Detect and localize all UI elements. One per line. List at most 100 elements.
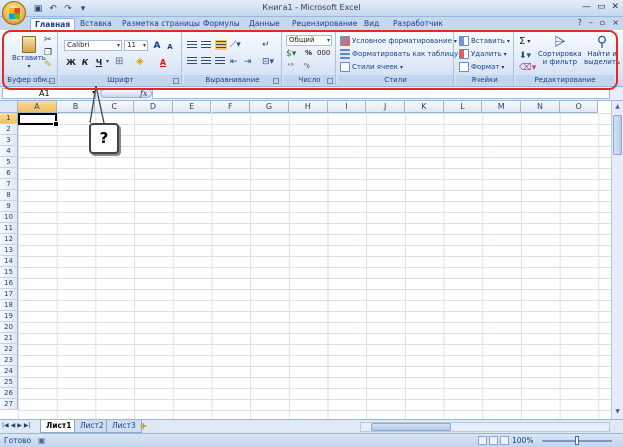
insert-function-icon[interactable]: fx — [140, 89, 147, 98]
help-icon[interactable]: ? — [578, 18, 582, 27]
next-sheet-icon[interactable]: ▶ — [17, 422, 22, 429]
column-header[interactable]: H — [288, 101, 328, 113]
column-header[interactable]: K — [405, 101, 444, 113]
tab-view[interactable]: Вид — [360, 18, 383, 30]
active-cell[interactable] — [18, 113, 59, 127]
minimize-icon[interactable]: — — [582, 2, 591, 12]
copy-icon[interactable]: ❐ — [44, 48, 52, 58]
autosum-button[interactable]: Σ ▾ — [519, 36, 530, 47]
tab-home[interactable]: Главная — [30, 18, 76, 30]
orientation-icon[interactable]: ⟋▾ — [230, 40, 241, 50]
wrap-text-icon[interactable]: ↵ — [262, 40, 270, 50]
row-header[interactable]: 17 — [0, 289, 18, 300]
row-header[interactable]: 3 — [0, 135, 18, 146]
delete-cells-button[interactable]: Удалить ▾ — [459, 49, 507, 59]
font-color-button[interactable]: A — [156, 56, 170, 68]
tab-page-layout[interactable]: Разметка страницы — [118, 18, 204, 30]
underline-button[interactable]: Ч — [92, 56, 106, 68]
page-layout-view-icon[interactable] — [489, 436, 498, 445]
sheet-tab-3[interactable]: Лист3 — [106, 420, 142, 433]
align-left-icon[interactable] — [187, 57, 197, 65]
ribbon-restore-icon[interactable]: ▫ — [600, 18, 605, 27]
thousands-button[interactable]: 000 — [317, 49, 330, 57]
number-format-combo[interactable]: Общий ▾ — [286, 35, 332, 46]
italic-button[interactable]: К — [78, 56, 92, 68]
vertical-scroll-thumb[interactable] — [613, 115, 622, 155]
decrease-indent-icon[interactable]: ⇤ — [230, 57, 238, 67]
row-header[interactable]: 26 — [0, 388, 18, 399]
column-header[interactable]: O — [559, 101, 599, 113]
workbook-close-icon[interactable]: × — [612, 18, 619, 27]
row-header[interactable]: 5 — [0, 157, 18, 168]
macro-record-icon[interactable]: ▣ — [38, 436, 46, 445]
column-header[interactable]: F — [211, 101, 251, 113]
format-painter-icon[interactable]: ✎ — [44, 60, 52, 70]
row-header[interactable]: 15 — [0, 267, 18, 278]
row-header[interactable]: 11 — [0, 223, 18, 234]
horizontal-scroll-thumb[interactable] — [371, 423, 451, 431]
row-header[interactable]: 19 — [0, 311, 18, 322]
first-sheet-icon[interactable]: |◀ — [2, 422, 9, 429]
row-header[interactable]: 14 — [0, 256, 18, 267]
row-header[interactable]: 8 — [0, 190, 18, 201]
cell-area[interactable] — [18, 113, 611, 419]
increase-indent-icon[interactable]: ⇥ — [244, 57, 252, 67]
close-icon[interactable]: ✕ — [611, 2, 619, 12]
find-select-button[interactable]: ⚲ Найти и выделить — [584, 35, 620, 67]
scroll-down-icon[interactable]: ▼ — [613, 408, 622, 417]
normal-view-icon[interactable] — [478, 436, 487, 445]
align-center-icon[interactable] — [201, 57, 211, 65]
prev-sheet-icon[interactable]: ◀ — [11, 422, 16, 429]
align-top-icon[interactable] — [187, 41, 197, 49]
row-header[interactable]: 21 — [0, 333, 18, 344]
column-header[interactable]: E — [172, 101, 212, 113]
row-header[interactable]: 4 — [0, 146, 18, 157]
percent-button[interactable]: % — [305, 49, 312, 57]
row-header[interactable]: 12 — [0, 234, 18, 245]
name-box[interactable]: A1 — [2, 88, 96, 99]
row-header[interactable]: 23 — [0, 355, 18, 366]
vertical-scrollbar[interactable]: ▲ ▼ — [611, 101, 623, 419]
currency-icon[interactable]: $▾ — [286, 49, 296, 59]
sheet-tab-2[interactable]: Лист2 — [74, 420, 110, 433]
alignment-launcher-icon[interactable] — [273, 78, 279, 84]
increase-decimal-icon[interactable]: ⁺⁰ — [287, 62, 294, 70]
decrease-decimal-icon[interactable]: ⁰₀ — [304, 62, 310, 70]
horizontal-scrollbar[interactable] — [360, 422, 610, 432]
zoom-slider-knob[interactable] — [575, 436, 579, 445]
row-header[interactable]: 24 — [0, 366, 18, 377]
tab-formulas[interactable]: Формулы — [199, 18, 244, 30]
font-name-combo[interactable]: Calibri ▾ — [64, 40, 122, 51]
row-header[interactable]: 20 — [0, 322, 18, 333]
tab-data[interactable]: Данные — [245, 18, 284, 30]
conditional-formatting-button[interactable]: Условное форматирование ▾ — [340, 36, 457, 46]
bold-button[interactable]: Ж — [64, 56, 78, 68]
row-header[interactable]: 22 — [0, 344, 18, 355]
row-header[interactable]: 25 — [0, 377, 18, 388]
column-header[interactable]: A — [18, 101, 57, 113]
maximize-icon[interactable]: ▭ — [597, 2, 606, 12]
row-header[interactable]: 13 — [0, 245, 18, 256]
fill-icon[interactable]: ⬇▾ — [519, 51, 531, 61]
sort-filter-button[interactable]: ⩥ Сортировка и фильтр — [538, 35, 582, 67]
page-break-view-icon[interactable] — [500, 436, 509, 445]
column-header[interactable]: D — [134, 101, 173, 113]
cut-icon[interactable]: ✂ — [44, 35, 52, 45]
row-header[interactable]: 27 — [0, 399, 18, 410]
align-bottom-icon[interactable] — [215, 40, 227, 50]
column-header[interactable]: N — [521, 101, 560, 113]
column-header[interactable]: M — [482, 101, 522, 113]
cell-styles-button[interactable]: Стили ячеек ▾ — [340, 62, 403, 72]
row-header[interactable]: 2 — [0, 124, 18, 135]
number-launcher-icon[interactable] — [327, 78, 333, 84]
grow-font-button[interactable]: A — [150, 40, 164, 52]
column-header[interactable]: J — [366, 101, 405, 113]
tab-developer[interactable]: Разработчик — [389, 18, 447, 30]
column-header[interactable]: L — [443, 101, 483, 113]
chevron-down-icon[interactable]: ▾ — [106, 58, 109, 65]
ribbon-minimize-icon[interactable]: – — [589, 18, 593, 27]
zoom-slider[interactable] — [542, 436, 612, 445]
row-header[interactable]: 1 — [0, 113, 18, 124]
row-header[interactable]: 7 — [0, 179, 18, 190]
select-all-corner[interactable] — [0, 101, 18, 113]
